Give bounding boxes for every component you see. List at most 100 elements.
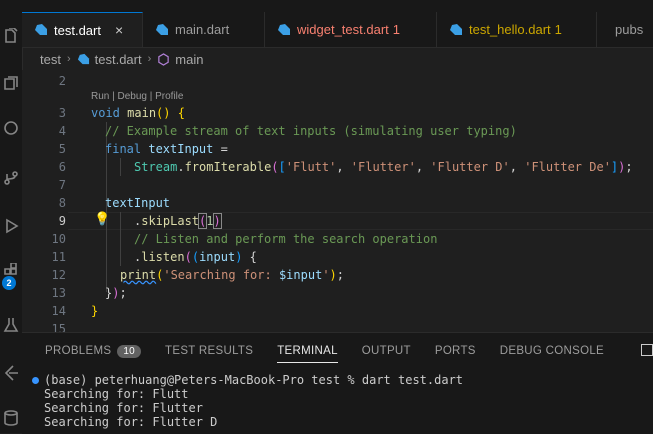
database-icon[interactable] <box>0 407 22 429</box>
code-line: 3 void main() { <box>22 104 653 122</box>
tab-problem-count: 1 <box>554 22 562 37</box>
problems-count-badge: 10 <box>117 344 142 358</box>
dart-file-icon <box>156 23 168 35</box>
method-name: listen <box>141 250 185 264</box>
code-line: 4 // Example stream of text inputs (simul… <box>22 122 653 140</box>
bracket: [ <box>278 160 286 174</box>
line-number: 5 <box>58 142 66 156</box>
tab-test-hello-dart[interactable]: test_hello.dart 1 <box>437 12 597 47</box>
tab-test-dart[interactable]: test.dart × <box>22 12 143 47</box>
testing-flask-icon[interactable] <box>0 314 22 336</box>
code-line: 5 final textInput = <box>22 140 653 158</box>
code-line: 12 print('Searching for: $input'); <box>22 266 653 284</box>
keyword: void <box>91 106 120 120</box>
semicolon: ; <box>625 160 633 174</box>
breadcrumb-file[interactable]: test.dart <box>95 52 142 67</box>
tab-test-results[interactable]: TEST RESULTS <box>165 333 253 369</box>
tab-problems[interactable]: PROBLEMS 10 <box>45 333 142 369</box>
tab-output[interactable]: OUTPUT <box>362 333 411 369</box>
semicolon: ; <box>119 286 127 300</box>
explorer-icon[interactable] <box>0 25 22 47</box>
number-literal: 1 <box>206 214 214 228</box>
variable: textInput <box>148 142 214 156</box>
function-name: print <box>120 268 157 282</box>
code-line: 14} <box>22 302 653 320</box>
method-name: skipLast <box>141 214 200 228</box>
terminal-line: Searching for: Flutter D <box>44 415 218 429</box>
comment: // Listen and perform the search operati… <box>134 232 438 246</box>
dart-file-icon <box>278 23 290 35</box>
string: ' <box>322 268 330 282</box>
lightbulb-icon[interactable]: 💡 <box>94 212 110 227</box>
terminal-line: (base) peterhuang@Peters-MacBook-Pro tes… <box>32 373 463 387</box>
code-editor[interactable]: 2 Run | Debug | Profile 3 void main() { 4… <box>22 70 653 332</box>
run-debug-icon[interactable] <box>0 215 22 237</box>
code-line: 15 <box>22 320 653 332</box>
line-number: 11 <box>51 250 66 264</box>
paren: ) <box>329 268 337 282</box>
line-number: 2 <box>58 74 66 88</box>
operator: = <box>213 142 228 156</box>
chevron-right-icon: › <box>147 53 152 65</box>
panel-tabs: PROBLEMS 10 TEST RESULTS TERMINAL OUTPUT … <box>22 333 628 369</box>
editor-tabs: test.dart × main.dart widget_test.dart 1… <box>22 12 653 48</box>
tab-pubspec[interactable]: pubs <box>597 12 653 47</box>
new-terminal-icon[interactable] <box>641 344 653 356</box>
code-line: 2 <box>22 72 653 90</box>
semicolon: ; <box>336 268 345 282</box>
terminal-line: Searching for: Flutter <box>44 401 203 415</box>
code-line: 11 .listen((input) { <box>22 248 653 266</box>
breadcrumb-symbol[interactable]: main <box>175 52 203 67</box>
line-number: 4 <box>58 124 66 138</box>
brace: { <box>177 106 185 120</box>
line-number: 10 <box>51 232 66 246</box>
activity-bar: 2 <box>0 0 23 433</box>
dart-file-icon <box>450 23 462 35</box>
dot: . <box>177 160 185 174</box>
line-number: 9 <box>58 214 66 228</box>
tab-label: PROBLEMS <box>45 345 112 357</box>
string-interpolation: $input <box>278 268 323 282</box>
line-number: 15 <box>51 322 66 332</box>
line-number: 13 <box>51 286 66 300</box>
terminal-line: Searching for: Flutt <box>44 387 189 401</box>
tab-widget-test-dart[interactable]: widget_test.dart 1 <box>265 12 437 47</box>
git-branch-icon[interactable] <box>0 167 22 189</box>
line-number: 7 <box>58 178 66 192</box>
code-line: 9 .skipLast(1) <box>22 212 653 230</box>
string: 'Flutter D' <box>430 160 510 174</box>
tab-label: main.dart <box>175 22 230 37</box>
string: 'Flutter De' <box>524 160 611 174</box>
class-name: Stream <box>134 160 178 174</box>
source-control-icon[interactable] <box>0 117 22 139</box>
tab-debug-console[interactable]: DEBUG CONSOLE <box>500 333 604 369</box>
codelens-run-debug-profile[interactable]: Run | Debug | Profile <box>91 91 183 102</box>
breadcrumb-folder[interactable]: test <box>40 52 61 67</box>
line-number: 3 <box>58 106 66 120</box>
dart-flutter-icon[interactable] <box>0 362 22 384</box>
code-line: 10 // Listen and perform the search opera… <box>22 230 653 248</box>
tab-problem-count: 1 <box>392 22 401 37</box>
variable: textInput <box>105 196 171 210</box>
function-name: main <box>127 106 157 120</box>
paren: ) <box>212 213 222 229</box>
tab-main-dart[interactable]: main.dart <box>143 12 265 47</box>
close-icon[interactable]: × <box>115 22 123 38</box>
tab-ports[interactable]: PORTS <box>435 333 476 369</box>
tab-terminal[interactable]: TERMINAL <box>277 333 338 369</box>
string: 'Searching for: <box>163 268 279 282</box>
line-number: 14 <box>51 304 66 318</box>
comment: // Example stream of text inputs (simula… <box>105 124 517 138</box>
string: 'Flutter' <box>350 160 416 174</box>
tab-label: OUTPUT <box>361 345 411 357</box>
terminal-output[interactable]: (base) peterhuang@Peters-MacBook-Pro tes… <box>32 373 463 429</box>
tab-label: TEST RESULTS <box>165 345 254 357</box>
chevron-right-icon: › <box>66 53 71 65</box>
tab-label: PORTS <box>434 345 476 357</box>
line-number: 6 <box>58 160 66 174</box>
extensions-badge: 2 <box>2 276 16 290</box>
search-icon[interactable] <box>0 73 22 95</box>
dart-file-icon <box>77 53 89 64</box>
terminal-text: (base) peterhuang@Peters-MacBook-Pro tes… <box>44 373 464 387</box>
brace: } <box>91 304 99 318</box>
